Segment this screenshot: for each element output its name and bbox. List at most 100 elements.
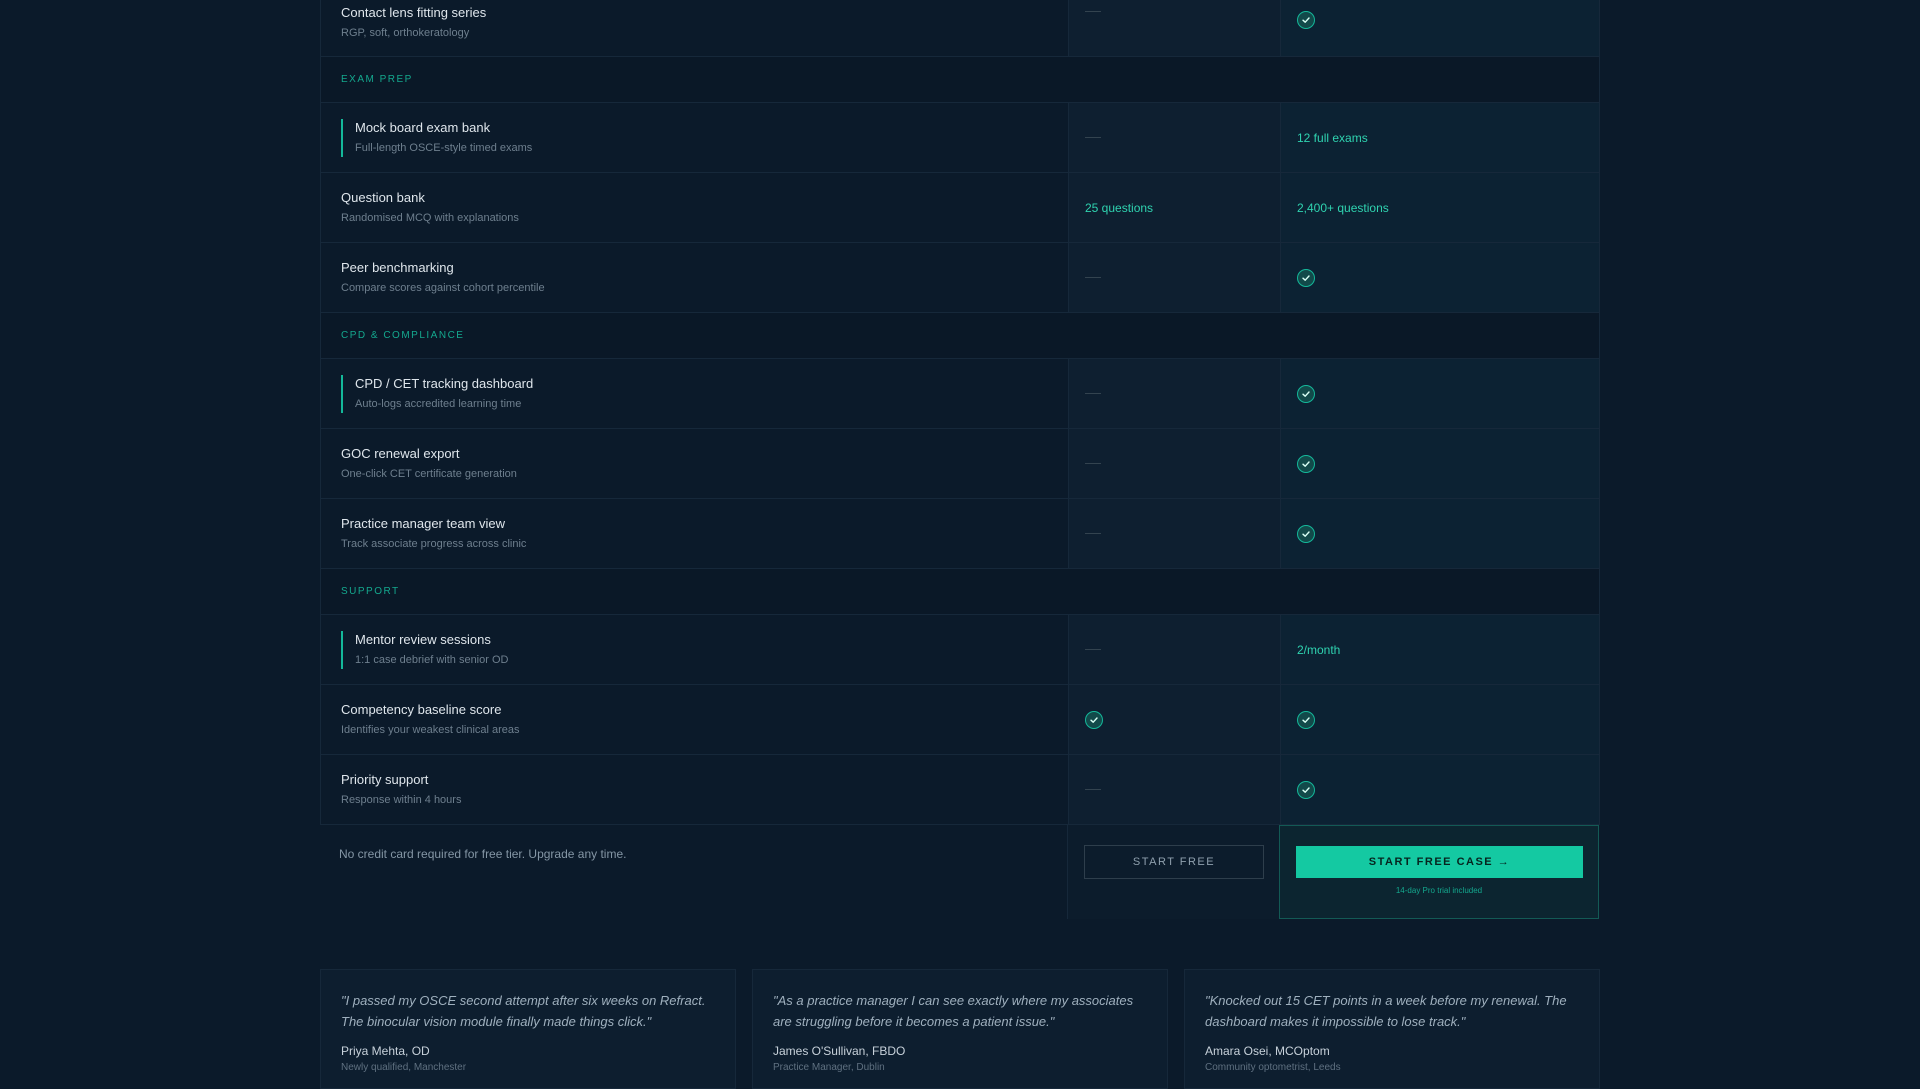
- check-icon: [1297, 11, 1315, 29]
- free-tier-cell: [1068, 615, 1280, 684]
- section-label: SUPPORT: [341, 586, 400, 597]
- feature-value: 12 full exams: [1297, 130, 1368, 145]
- feature-text: Mentor review sessions 1:1 case debrief w…: [341, 630, 1068, 669]
- check-icon: [1297, 710, 1315, 729]
- feature-row: Priority support Response within 4 hours: [321, 755, 1599, 825]
- free-tier-cell: [1068, 103, 1280, 172]
- cta-row: No credit card required for free tier. U…: [320, 825, 1600, 919]
- feature-subtitle: Full-length OSCE-style timed exams: [355, 141, 533, 154]
- feature-text: Priority support Response within 4 hours: [341, 771, 1068, 809]
- feature-title: Mock board exam bank: [355, 119, 491, 135]
- feature-cell: Practice manager team view Track associat…: [321, 499, 1068, 568]
- feature-subtitle: Randomised MCQ with explanations: [341, 211, 519, 224]
- testimonial-role: Community optometrist, Leeds: [1205, 1062, 1341, 1073]
- feature-text: Question bank Randomised MCQ with explana…: [341, 189, 1068, 227]
- free-tier-cell: [1068, 685, 1280, 754]
- feature-subtitle: Identifies your weakest clinical areas: [341, 723, 520, 736]
- comparison-table: Contact lens fitting series RGP, soft, or…: [320, 0, 1600, 825]
- feature-cell: Mentor review sessions 1:1 case debrief w…: [321, 615, 1068, 684]
- free-tier-cell: [1068, 0, 1280, 56]
- cta-pro-cell: START FREE CASE → 14-day Pro trial inclu…: [1279, 825, 1599, 919]
- feature-row: Mentor review sessions 1:1 case debrief w…: [321, 615, 1599, 685]
- feature-subtitle: RGP, soft, orthokeratology: [341, 27, 470, 39]
- feature-text: Competency baseline score Identifies your…: [341, 701, 1068, 739]
- feature-subtitle: Response within 4 hours: [341, 793, 462, 806]
- check-icon: [1297, 780, 1315, 799]
- feature-title: GOC renewal export: [341, 445, 460, 461]
- feature-row: Question bank Randomised MCQ with explana…: [321, 173, 1599, 243]
- pro-tier-cell: [1280, 755, 1599, 824]
- feature-title: Priority support: [341, 771, 429, 787]
- feature-row: CPD / CET tracking dashboard Auto-logs ac…: [321, 359, 1599, 429]
- pro-tier-cell: 2,400+ questions: [1280, 173, 1599, 242]
- testimonial-quote: "Knocked out 15 CET points in a week bef…: [1205, 993, 1567, 1029]
- feature-cell: Mock board exam bank Full-length OSCE-sty…: [321, 103, 1068, 172]
- testimonial-role: Practice Manager, Dublin: [773, 1062, 885, 1073]
- feature-value: 25 questions: [1085, 200, 1154, 215]
- feature-value: 2,400+ questions: [1297, 200, 1389, 215]
- feature-cell: Competency baseline score Identifies your…: [321, 685, 1068, 754]
- not-included-dash: [1085, 463, 1101, 464]
- pro-tier-cell: 12 full exams: [1280, 103, 1599, 172]
- feature-title: Mentor review sessions: [355, 631, 491, 647]
- feature-row: Competency baseline score Identifies your…: [321, 685, 1599, 755]
- feature-cell: Priority support Response within 4 hours: [321, 755, 1068, 824]
- feature-value: 2/month: [1297, 642, 1341, 657]
- testimonial-card: "Knocked out 15 CET points in a week bef…: [1184, 969, 1600, 1089]
- testimonial-author: James O'Sullivan, FBDO: [773, 1044, 906, 1058]
- section-label: CPD & COMPLIANCE: [341, 330, 465, 341]
- section-header: CPD & COMPLIANCE: [321, 313, 1599, 359]
- testimonial-card: "As a practice manager I can see exactly…: [752, 969, 1168, 1089]
- feature-text: Mock board exam bank Full-length OSCE-sty…: [341, 118, 1068, 157]
- cta-note: No credit card required for free tier. U…: [339, 847, 627, 861]
- section-header: SUPPORT: [321, 569, 1599, 615]
- testimonials: "I passed my OSCE second attempt after s…: [320, 969, 1600, 1089]
- cta-free-cell: START FREE: [1067, 825, 1279, 919]
- free-tier-cell: [1068, 429, 1280, 498]
- not-included-dash: [1085, 11, 1101, 12]
- testimonial-author: Priya Mehta, OD: [341, 1044, 430, 1058]
- testimonial-card: "I passed my OSCE second attempt after s…: [320, 969, 736, 1089]
- feature-row: Mock board exam bank Full-length OSCE-sty…: [321, 103, 1599, 173]
- feature-row: GOC renewal export One-click CET certific…: [321, 429, 1599, 499]
- start-free-button[interactable]: START FREE: [1084, 845, 1264, 879]
- feature-row: Peer benchmarking Compare scores against …: [321, 243, 1599, 313]
- feature-title: Practice manager team view: [341, 515, 506, 531]
- feature-title: Competency baseline score: [341, 701, 502, 717]
- feature-title: CPD / CET tracking dashboard: [355, 375, 534, 391]
- feature-row: Contact lens fitting series RGP, soft, or…: [321, 0, 1599, 57]
- feature-subtitle: Auto-logs accredited learning time: [355, 397, 522, 410]
- feature-subtitle: Compare scores against cohort percentile: [341, 281, 545, 294]
- pro-tier-cell: [1280, 499, 1599, 568]
- pro-tier-cell: [1280, 429, 1599, 498]
- check-icon: [1297, 384, 1315, 403]
- feature-text: Practice manager team view Track associat…: [341, 515, 1068, 553]
- not-included-dash: [1085, 649, 1101, 650]
- check-icon: [1297, 524, 1315, 543]
- pricing-comparison: Contact lens fitting series RGP, soft, or…: [320, 0, 1600, 1089]
- free-tier-cell: 25 questions: [1068, 173, 1280, 242]
- feature-cell: Contact lens fitting series RGP, soft, or…: [321, 0, 1068, 56]
- feature-text: Peer benchmarking Compare scores against …: [341, 259, 1068, 297]
- free-tier-cell: [1068, 359, 1280, 428]
- pro-tier-cell: [1280, 685, 1599, 754]
- check-icon: [1297, 454, 1315, 473]
- testimonial-author: Amara Osei, MCOptom: [1205, 1044, 1330, 1058]
- check-icon: [1085, 710, 1103, 729]
- feature-title: Contact lens fitting series: [341, 5, 487, 20]
- free-tier-cell: [1068, 755, 1280, 824]
- feature-text: Contact lens fitting series RGP, soft, or…: [341, 4, 1068, 42]
- free-tier-cell: [1068, 499, 1280, 568]
- section-label: EXAM PREP: [341, 74, 413, 85]
- check-icon: [1297, 268, 1315, 287]
- start-free-case-button[interactable]: START FREE CASE →: [1296, 846, 1583, 878]
- pro-tier-cell: [1280, 359, 1599, 428]
- testimonial-quote: "As a practice manager I can see exactly…: [773, 993, 1134, 1029]
- pro-trial-note: 14-day Pro trial included: [1395, 886, 1483, 895]
- feature-cell: CPD / CET tracking dashboard Auto-logs ac…: [321, 359, 1068, 428]
- not-included-dash: [1085, 137, 1101, 138]
- not-included-dash: [1085, 393, 1101, 394]
- feature-subtitle: 1:1 case debrief with senior OD: [355, 653, 509, 666]
- section-header: EXAM PREP: [321, 57, 1599, 103]
- feature-text: GOC renewal export One-click CET certific…: [341, 445, 1068, 483]
